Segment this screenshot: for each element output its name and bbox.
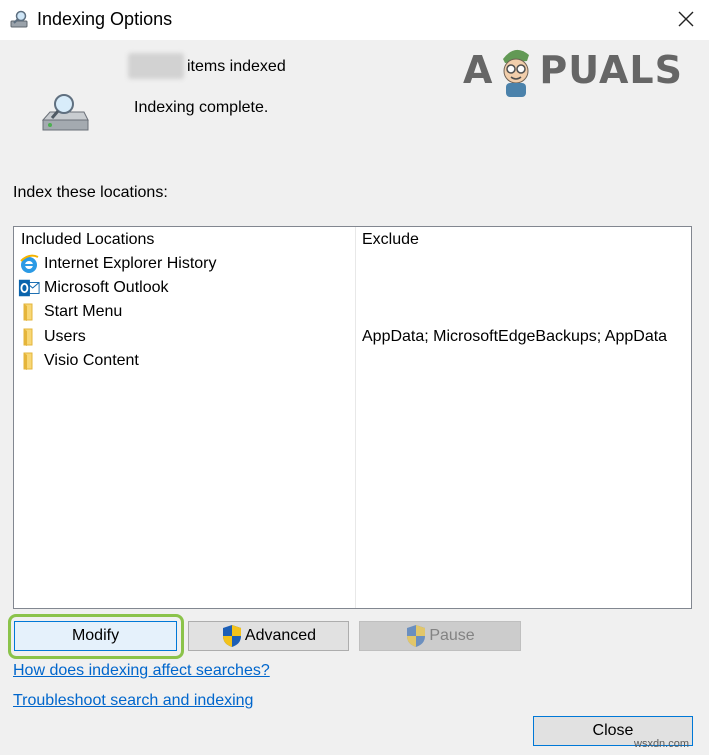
indexing-affect-searches-link[interactable]: How does indexing affect searches? (13, 662, 270, 680)
index-locations-label: Index these locations: (13, 184, 168, 201)
outlook-icon (18, 277, 40, 299)
troubleshoot-link[interactable]: Troubleshoot search and indexing (13, 692, 253, 710)
location-name: Internet Explorer History (44, 255, 217, 272)
mascot-icon (503, 49, 530, 97)
advanced-button[interactable]: Advanced (188, 621, 349, 651)
pause-button[interactable]: Pause (359, 621, 521, 651)
location-name: Microsoft Outlook (44, 279, 169, 296)
list-item[interactable]: Microsoft Outlook (18, 276, 168, 300)
list-item[interactable]: Visio Content (18, 349, 139, 373)
location-name: Start Menu (44, 303, 123, 320)
included-locations-header[interactable]: Included Locations (21, 231, 154, 249)
indexed-count-blurred (128, 53, 184, 79)
window-title: Indexing Options (37, 9, 173, 29)
uac-shield-icon (222, 625, 241, 647)
drive-search-icon (40, 92, 90, 134)
exclude-value-users: AppData; MicrosoftEdgeBackups; AppData (362, 328, 668, 345)
ie-icon (18, 253, 40, 275)
indexing-status: Indexing complete. (134, 99, 269, 116)
list-item[interactable]: Users (18, 325, 86, 349)
indexing-options-icon (9, 9, 31, 31)
close-button-label: Close (592, 722, 634, 739)
modify-button[interactable]: Modify (14, 621, 177, 651)
modify-button-label: Modify (71, 627, 120, 644)
uac-shield-icon (407, 625, 426, 647)
column-divider (355, 227, 356, 608)
list-item[interactable]: Start Menu (18, 300, 122, 324)
exclude-header[interactable]: Exclude (362, 231, 419, 249)
location-name: Users (44, 328, 86, 345)
folder-icon (18, 326, 40, 348)
folder-icon (18, 301, 40, 323)
close-icon[interactable] (670, 4, 702, 34)
advanced-button-label: Advanced (244, 627, 317, 644)
location-name: Visio Content (44, 352, 139, 369)
pause-button-label: Pause (429, 627, 475, 644)
items-indexed-label: items indexed (187, 58, 286, 75)
folder-icon (18, 350, 40, 372)
site-watermark: wsxdn.com (634, 738, 690, 750)
appuals-watermark: A PUALS (463, 40, 683, 100)
list-item[interactable]: Internet Explorer History (18, 252, 217, 276)
